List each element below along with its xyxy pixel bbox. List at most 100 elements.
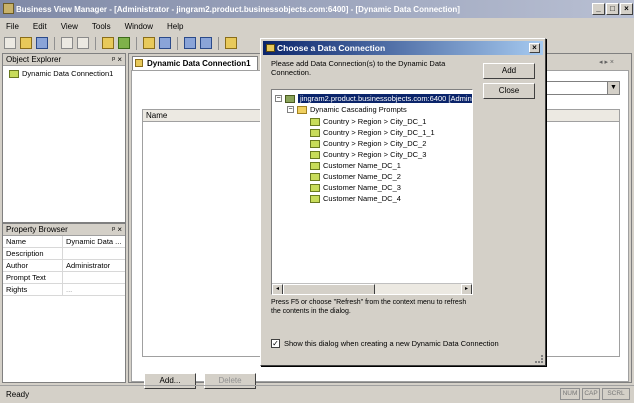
property-row-rights[interactable]: Rights ... [3,284,125,296]
property-browser-title: Property Browser [6,225,68,234]
status-text: Ready [6,390,30,399]
toolbar-separator [218,36,219,50]
dialog-close-button[interactable]: Close [483,83,535,99]
server-icon [285,94,295,103]
property-browser-pane: Property Browser ᵖ × Name Dynamic Data .… [2,223,126,383]
help-icon[interactable] [225,37,237,49]
collapse-icon[interactable]: − [287,106,294,113]
object-explorer-item[interactable]: Dynamic Data Connection1 [9,68,113,79]
property-row-prompt-text[interactable]: Prompt Text [3,272,125,284]
tree-node-server[interactable]: − jingram2.product.businessobjects.com:6… [275,93,472,104]
lock-icon[interactable] [143,37,155,49]
tree-node-connection[interactable]: Customer Name_DC_1 [310,160,401,171]
show-dialog-checkbox[interactable]: ✓ [271,339,280,348]
property-browser-header: Property Browser ᵖ × [3,224,125,236]
pin-close-icon[interactable]: ᵖ × [112,55,122,64]
object-explorer-title: Object Explorer [6,55,62,64]
connection-tree[interactable]: − jingram2.product.businessobjects.com:6… [271,89,473,295]
tab-dynamic-data-connection[interactable]: Dynamic Data Connection1 [132,56,258,70]
dialog-add-button[interactable]: Add [483,63,535,79]
data-connection-icon [135,59,143,67]
data-connection-icon [310,161,320,170]
object-explorer-pane: Object Explorer ᵖ × Dynamic Data Connect… [2,53,126,223]
redo-icon[interactable] [77,37,89,49]
tree-node-connection[interactable]: Customer Name_DC_2 [310,171,401,182]
menu-view[interactable]: View [61,22,78,31]
menu-bar: File Edit View Tools Window Help [0,18,634,34]
collapse-icon[interactable]: − [275,95,282,102]
scroll-right-icon[interactable]: ▸ [461,284,472,294]
tree-node-folder[interactable]: − Dynamic Cascading Prompts [287,104,407,115]
folder-icon [297,105,307,114]
tab-nav-arrows[interactable]: ◂ ▸ × [599,58,614,66]
save-icon[interactable] [36,37,48,49]
menu-help[interactable]: Help [167,22,183,31]
data-connection-icon [310,139,320,148]
menu-tools[interactable]: Tools [92,22,111,31]
property-grid: Name Dynamic Data ... Description Author… [3,236,125,382]
new-icon[interactable] [4,37,16,49]
dialog-instructions: Please add Data Connection(s) to the Dyn… [271,59,446,77]
object-explorer-header: Object Explorer ᵖ × [3,54,125,66]
toolbar-separator [54,36,55,50]
resize-grip-icon[interactable] [535,355,543,363]
toolbar-separator [136,36,137,50]
menu-window[interactable]: Window [125,22,153,31]
object-explorer-body: Dynamic Data Connection1 [3,66,125,222]
show-dialog-checkbox-label: Show this dialog when creating a new Dyn… [284,339,499,348]
unlink-icon[interactable] [200,37,212,49]
window-title: Business View Manager - [Administrator -… [16,4,460,14]
tree-node-folder-label: Dynamic Cascading Prompts [310,105,407,114]
users-icon[interactable] [159,37,171,49]
object-explorer-item-label: Dynamic Data Connection1 [22,69,114,78]
dialog-titlebar[interactable]: Choose a Data Connection × [263,41,543,55]
app-icon [3,3,14,14]
scroll-left-icon[interactable]: ◂ [272,284,283,294]
property-row-author[interactable]: Author Administrator [3,260,125,272]
dialog-refresh-hint: Press F5 or choose "Refresh" from the co… [271,299,467,315]
status-num: NUM [560,388,580,400]
window-titlebar[interactable]: Business View Manager - [Administrator -… [0,0,634,18]
data-connection-icon [9,69,19,78]
dialog-title: Choose a Data Connection [277,43,386,53]
menu-file[interactable]: File [6,22,19,31]
tree-node-connection[interactable]: Country > Region > City_DC_1_1 [310,127,435,138]
link-icon[interactable] [184,37,196,49]
tree-node-connection[interactable]: Customer Name_DC_4 [310,193,401,204]
find-icon[interactable] [118,37,130,49]
tree-node-connection[interactable]: Customer Name_DC_3 [310,182,401,193]
toolbar-separator [177,36,178,50]
dialog-close-icon[interactable]: × [529,43,540,53]
data-connection-icon [310,150,320,159]
data-connection-icon [310,117,320,126]
wand-icon[interactable] [102,37,114,49]
status-cap: CAP [582,388,600,400]
scrollbar-thumb[interactable] [283,284,375,294]
status-scrl: SCRL [602,388,630,400]
choose-data-connection-dialog: Choose a Data Connection × Please add Da… [260,38,546,366]
dialog-app-icon [266,44,275,52]
menu-edit[interactable]: Edit [33,22,47,31]
pin-close-icon[interactable]: ᵖ × [112,225,122,234]
data-connection-icon [310,194,320,203]
data-connection-icon [310,128,320,137]
open-folder-icon[interactable] [20,37,32,49]
close-button[interactable]: × [620,3,633,15]
restore-button[interactable]: □ [606,3,619,15]
tree-horizontal-scrollbar[interactable]: ◂ ▸ [272,283,472,294]
property-row-description[interactable]: Description [3,248,125,260]
show-dialog-checkbox-row[interactable]: ✓ Show this dialog when creating a new D… [271,339,499,348]
toolbar-separator [95,36,96,50]
status-bar: Ready [0,385,634,403]
tree-node-connection[interactable]: Country > Region > City_DC_3 [310,149,426,160]
tree-node-connection[interactable]: Country > Region > City_DC_2 [310,138,426,149]
tree-node-connection[interactable]: Country > Region > City_DC_1 [310,116,426,127]
undo-icon[interactable] [61,37,73,49]
data-connection-icon [310,183,320,192]
minimize-button[interactable]: _ [592,3,605,15]
property-row-name[interactable]: Name Dynamic Data ... [3,236,125,248]
tab-label: Dynamic Data Connection1 [147,59,251,68]
data-connection-icon [310,172,320,181]
tree-node-server-label: jingram2.product.businessobjects.com:640… [298,94,472,103]
chevron-down-icon[interactable]: ▼ [607,82,619,94]
